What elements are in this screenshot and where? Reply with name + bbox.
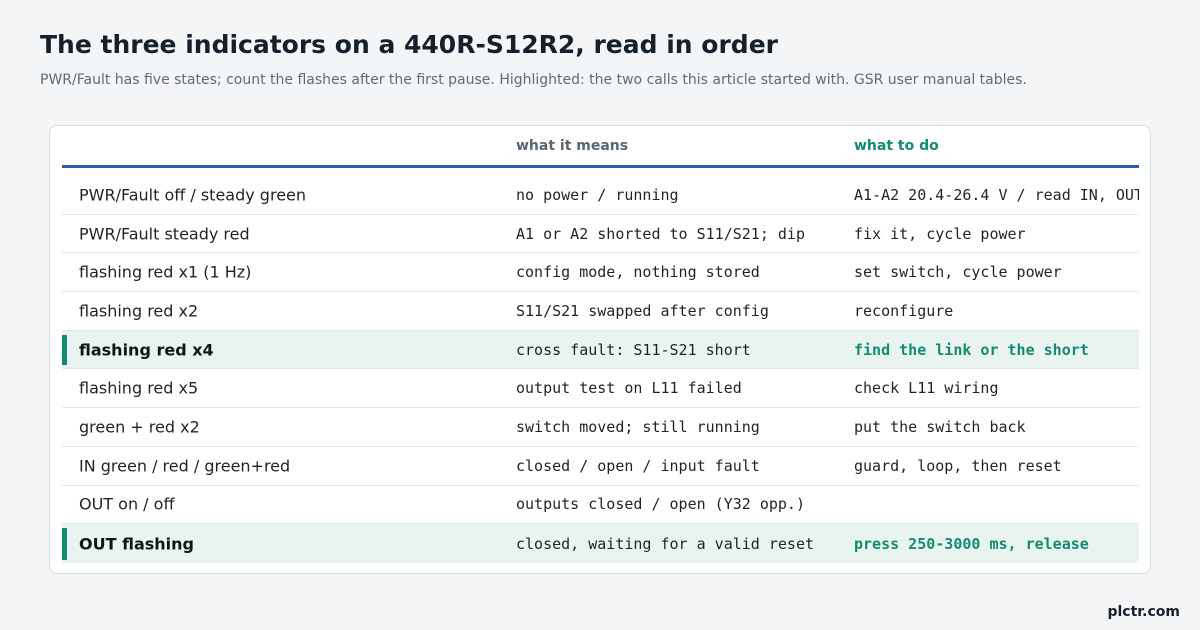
highlight-marker	[62, 334, 67, 366]
meaning-cell: switch moved; still running	[516, 417, 760, 436]
action-cell: press 250-3000 ms, release	[854, 534, 1089, 553]
action-cell: guard, loop, then reset	[854, 456, 1062, 475]
indicator-cell: flashing red x4	[79, 340, 214, 360]
meaning-cell: no power / running	[516, 185, 679, 204]
action-cell: set switch, cycle power	[854, 263, 1062, 282]
meaning-cell: config mode, nothing stored	[516, 263, 760, 282]
action-cell: fix it, cycle power	[854, 224, 1026, 243]
meaning-cell: S11/S21 swapped after config	[516, 301, 769, 320]
brand-footer: plctr.com	[1107, 604, 1180, 620]
action-cell: find the link or the short	[854, 340, 1089, 359]
meaning-cell: output test on L11 failed	[516, 379, 742, 398]
indicator-cell: IN green / red / green+red	[79, 456, 291, 476]
indicator-table: what it means what to do PWR/Fault off /…	[62, 126, 1139, 563]
indicator-cell: PWR/Fault steady red	[79, 224, 250, 244]
table-row: flashing red x2 S11/S21 swapped after con…	[62, 292, 1139, 331]
meaning-cell: outputs closed / open (Y32 opp.)	[516, 495, 805, 514]
table-row: PWR/Fault off / steady green no power / r…	[62, 176, 1139, 215]
table-row: IN green / red / green+red closed / open …	[62, 447, 1139, 486]
indicator-cell: OUT flashing	[79, 534, 194, 554]
action-cell: put the switch back	[854, 417, 1026, 436]
page-title: The three indicators on a 440R-S12R2, re…	[40, 30, 778, 59]
indicator-table-card: what it means what to do PWR/Fault off /…	[49, 125, 1151, 574]
column-header-action: what to do	[854, 138, 939, 154]
table-header: what it means what to do	[62, 126, 1139, 168]
table-row: flashing red x1 (1 Hz) config mode, nothi…	[62, 253, 1139, 293]
table-row: flashing red x5 output test on L11 failed…	[62, 369, 1139, 409]
indicator-cell: flashing red x2	[79, 301, 199, 321]
action-cell: A1-A2 20.4-26.4 V / read IN, OUT	[854, 185, 1139, 204]
indicator-cell: flashing red x1 (1 Hz)	[79, 262, 252, 282]
meaning-cell: cross fault: S11-S21 short	[516, 340, 751, 359]
indicator-cell: OUT on / off	[79, 494, 175, 514]
indicator-cell: PWR/Fault off / steady green	[79, 185, 307, 205]
table-row: PWR/Fault steady red A1 or A2 shorted to …	[62, 215, 1139, 254]
table-row-highlighted: OUT flashing closed, waiting for a valid …	[62, 524, 1139, 563]
meaning-cell: closed / open / input fault	[516, 456, 760, 475]
table-row-highlighted: flashing red x4 cross fault: S11-S21 shor…	[62, 330, 1139, 370]
meaning-cell: A1 or A2 shorted to S11/S21; dip	[516, 224, 805, 243]
meaning-cell: closed, waiting for a valid reset	[516, 534, 815, 553]
column-header-meaning: what it means	[516, 138, 629, 154]
indicator-cell: flashing red x5	[79, 378, 199, 398]
action-cell: check L11 wiring	[854, 379, 999, 398]
table-row: OUT on / off outputs closed / open (Y32 o…	[62, 486, 1139, 525]
indicator-cell: green + red x2	[79, 417, 200, 437]
table-body: PWR/Fault off / steady green no power / r…	[62, 176, 1139, 563]
table-row: green + red x2 switch moved; still runnin…	[62, 408, 1139, 447]
highlight-marker	[62, 528, 67, 560]
page-subtitle: PWR/Fault has five states; count the fla…	[40, 72, 1027, 88]
action-cell: reconfigure	[854, 301, 954, 320]
